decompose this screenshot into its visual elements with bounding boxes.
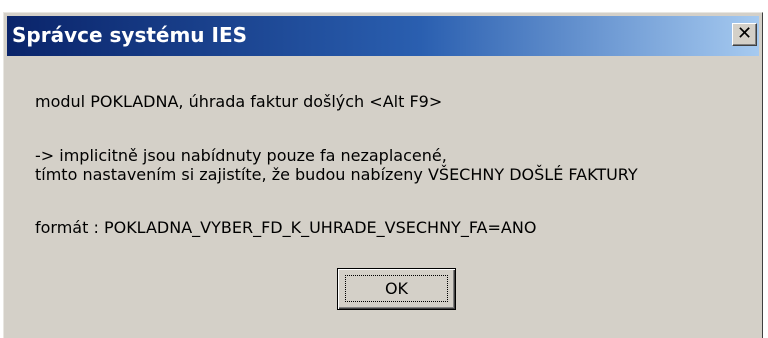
message-dialog: Správce systému IES ✕ modul POKLADNA, úh… [3,12,763,338]
window-title: Správce systému IES [12,23,248,47]
message-line-module: modul POKLADNA, úhrada faktur došlých <A… [35,92,443,111]
ok-button-label: OK [345,275,448,302]
title-bar[interactable]: Správce systému IES ✕ [7,16,759,56]
message-line-default: -> implicitně jsou nabídnuty pouze fa ne… [35,146,447,165]
message-line-setting: tímto nastavením si zajistíte, že budou … [35,165,638,184]
ok-button[interactable]: OK [337,268,456,310]
close-icon: ✕ [736,23,753,44]
message-line-format: formát : POKLADNA_VYBER_FD_K_UHRADE_VSEC… [35,218,537,237]
close-button[interactable]: ✕ [732,23,757,46]
